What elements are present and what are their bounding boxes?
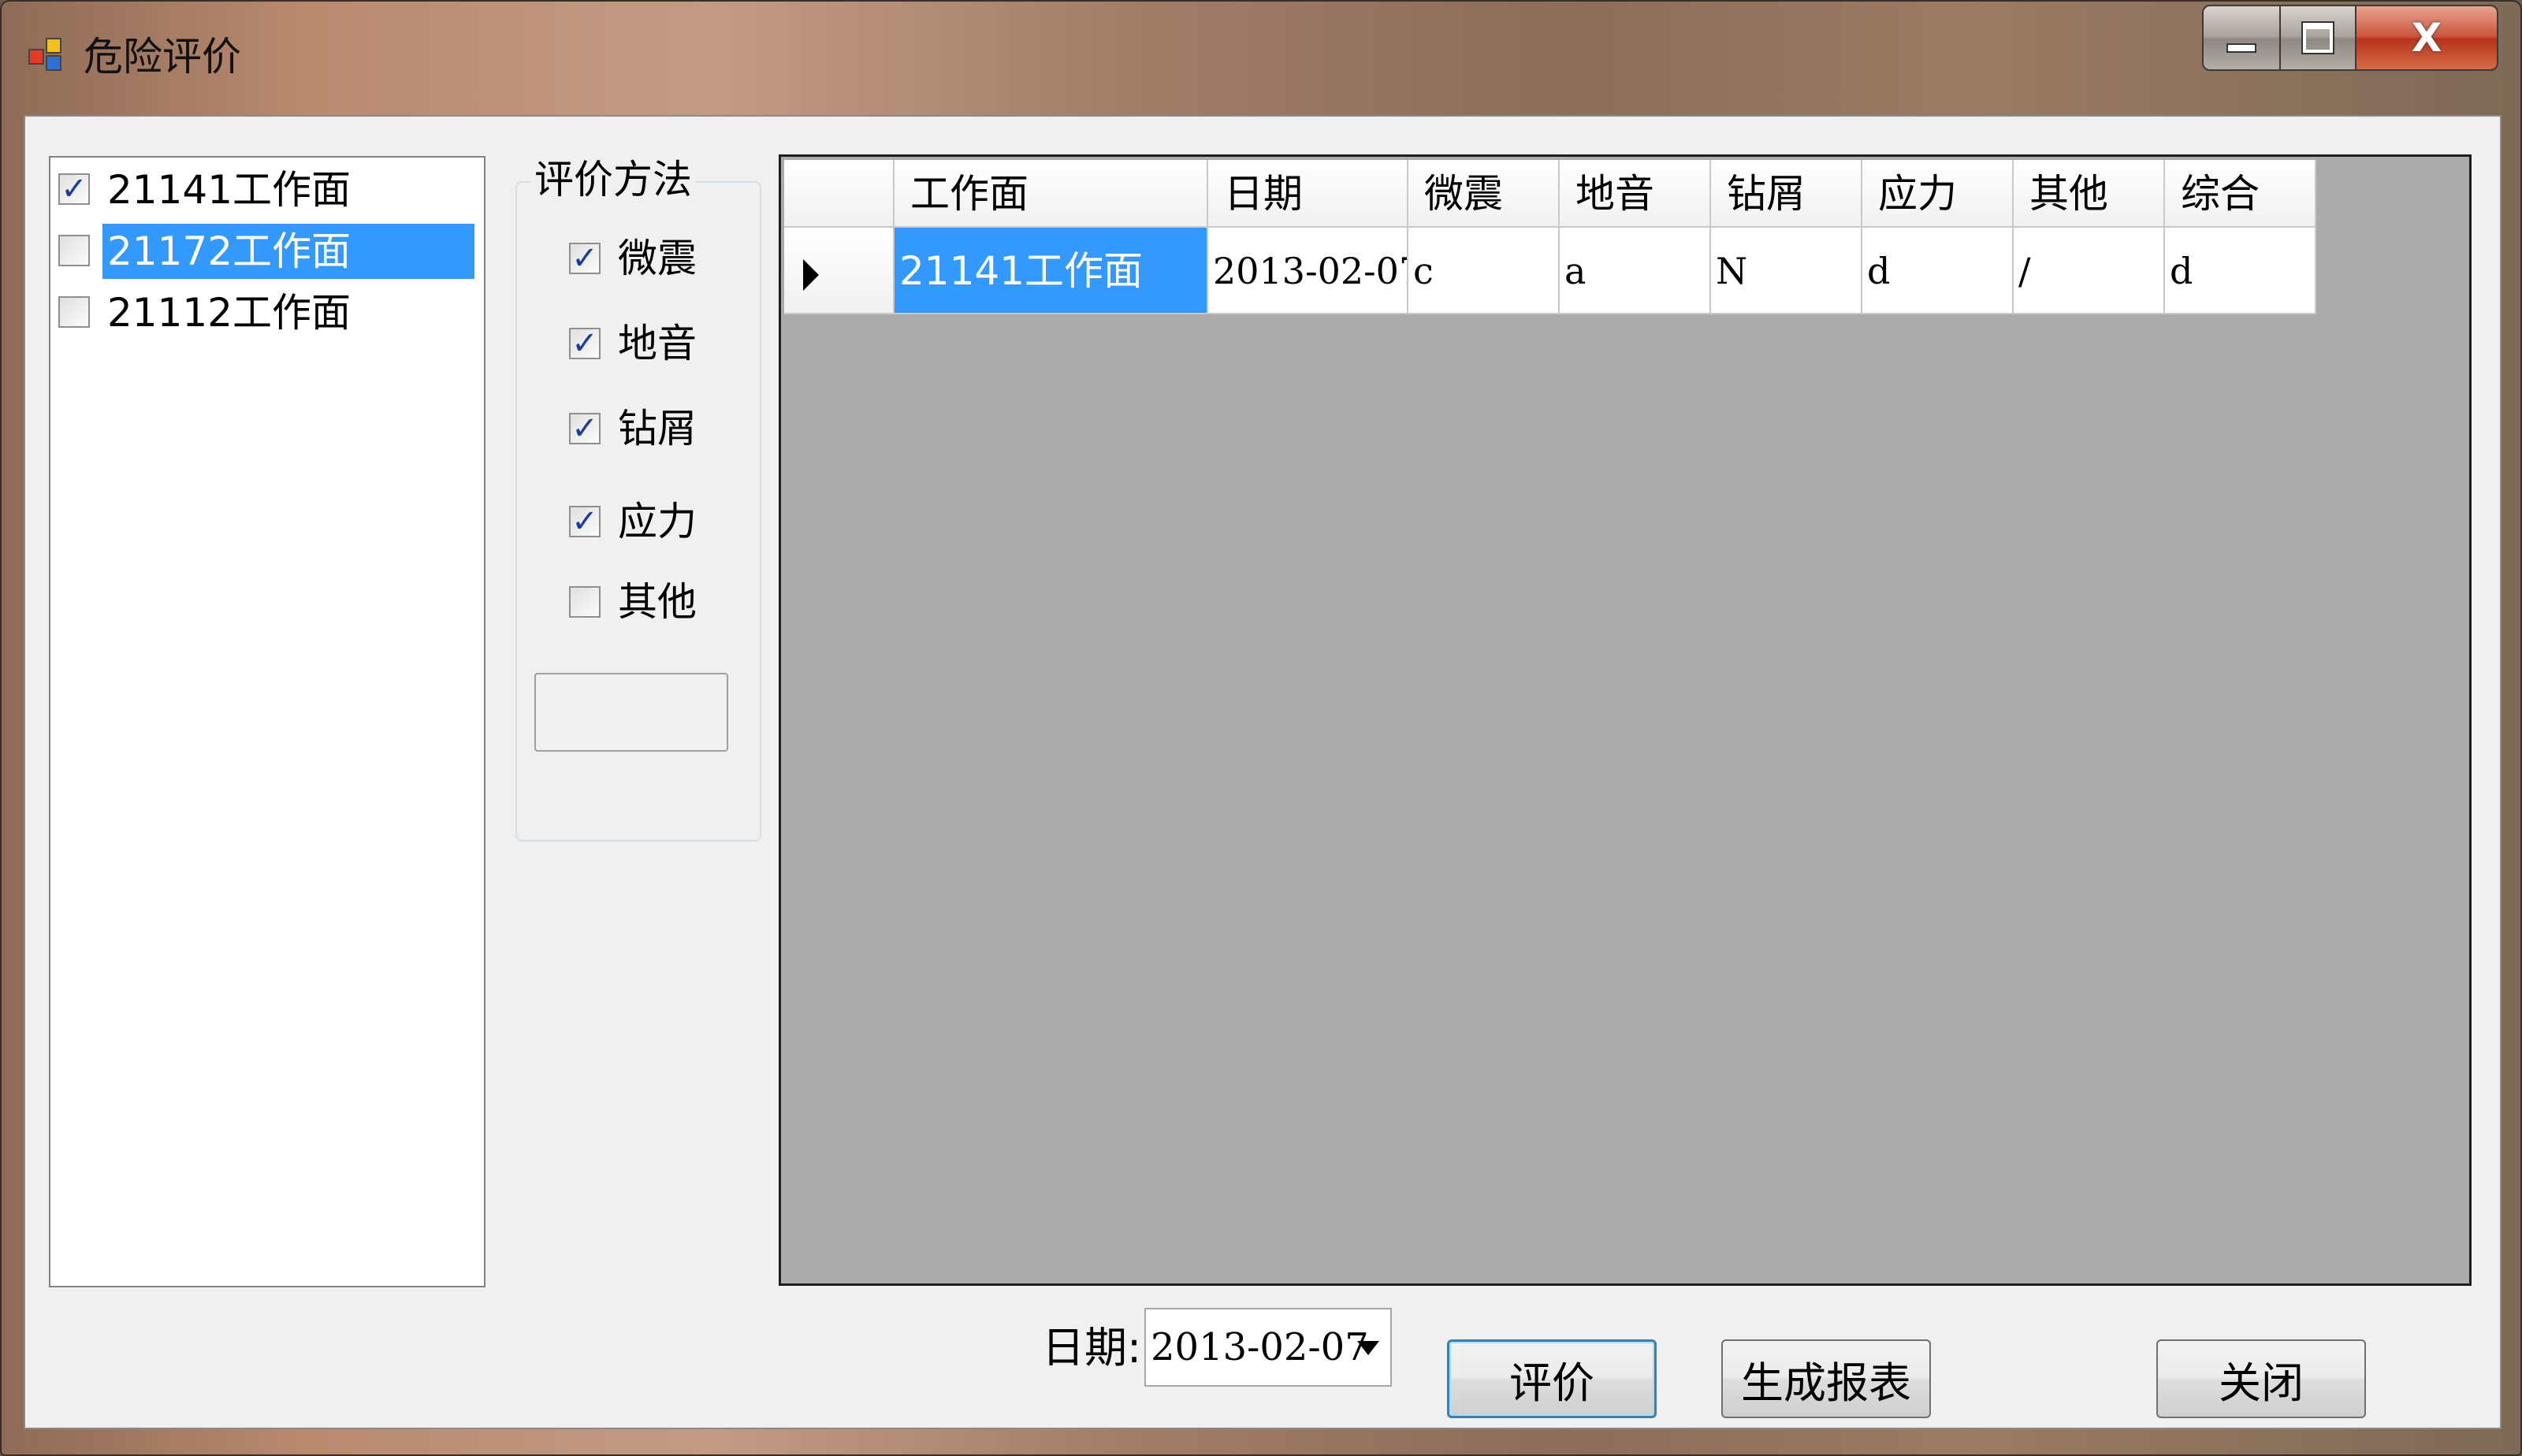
evaluate-button[interactable]: 评价 bbox=[1447, 1339, 1657, 1418]
table-cell-acoustic[interactable]: a bbox=[1560, 228, 1711, 314]
column-header-date[interactable]: 日期 bbox=[1208, 160, 1408, 228]
list-item-label: 21172工作面 bbox=[102, 224, 474, 279]
window-title: 危险评价 bbox=[84, 34, 241, 80]
method-drill-cuttings[interactable]: ✓ 钻屑 bbox=[569, 397, 727, 460]
maximize-icon bbox=[2301, 21, 2334, 54]
blank-panel bbox=[534, 673, 728, 752]
checkmark-icon: ✓ bbox=[61, 171, 87, 207]
method-acoustic[interactable]: ✓ 地音 bbox=[569, 312, 727, 375]
app-window: 危险评价 X ✓ 21141工作面 21172工作面 21112工作面 评价方法… bbox=[0, 0, 2522, 1456]
close-window-button[interactable]: X bbox=[2356, 5, 2498, 71]
list-item-21172[interactable]: 21172工作面 bbox=[55, 221, 479, 280]
close-button[interactable]: 关闭 bbox=[2156, 1339, 2366, 1418]
checkmark-icon: ✓ bbox=[571, 240, 598, 277]
table-cell-work-face[interactable]: 21141工作面 bbox=[895, 228, 1208, 314]
checkmark-icon: ✓ bbox=[571, 503, 598, 540]
minimize-icon bbox=[2226, 43, 2256, 53]
column-header-microseismic[interactable]: 微震 bbox=[1408, 160, 1560, 228]
list-item-21141[interactable]: ✓ 21141工作面 bbox=[55, 159, 479, 219]
column-header-acoustic[interactable]: 地音 bbox=[1560, 160, 1711, 228]
date-value: 2013-02-07 bbox=[1151, 1325, 1369, 1369]
column-header-overall[interactable]: 综合 bbox=[2165, 160, 2316, 228]
checkbox-21172[interactable] bbox=[58, 235, 90, 266]
row-pointer-icon bbox=[803, 259, 819, 291]
checkbox-acoustic[interactable]: ✓ bbox=[569, 328, 601, 359]
method-label: 钻屑 bbox=[618, 406, 697, 451]
method-microseismic[interactable]: ✓ 微震 bbox=[569, 227, 727, 290]
title-bar[interactable]: 危险评价 X bbox=[2, 2, 2520, 112]
method-stress[interactable]: ✓ 应力 bbox=[569, 490, 727, 553]
grid-corner-header[interactable] bbox=[784, 160, 895, 228]
checkbox-21112[interactable] bbox=[58, 296, 90, 328]
column-header-stress[interactable]: 应力 bbox=[1862, 160, 2014, 228]
method-label: 微震 bbox=[618, 236, 697, 281]
list-item-21112[interactable]: 21112工作面 bbox=[55, 282, 479, 342]
date-picker[interactable]: 2013-02-07 bbox=[1144, 1308, 1392, 1387]
column-header-other[interactable]: 其他 bbox=[2014, 160, 2165, 228]
list-item-label: 21141工作面 bbox=[107, 167, 352, 213]
table-cell-overall[interactable]: d bbox=[2165, 228, 2316, 314]
column-header-work-face[interactable]: 工作面 bbox=[895, 160, 1208, 228]
list-item-label: 21112工作面 bbox=[107, 290, 352, 336]
checkbox-21141[interactable]: ✓ bbox=[58, 173, 90, 205]
dialog-client-area: ✓ 21141工作面 21172工作面 21112工作面 评价方法 ✓ 微震 ✓… bbox=[24, 115, 2502, 1429]
method-label: 地音 bbox=[618, 321, 697, 366]
window-controls: X bbox=[2202, 5, 2498, 74]
evaluation-method-title: 评价方法 bbox=[531, 148, 695, 205]
method-label: 其他 bbox=[618, 579, 697, 625]
row-header[interactable] bbox=[784, 228, 895, 314]
table-cell-date[interactable]: 2013-02-07 bbox=[1208, 228, 1408, 314]
method-label: 应力 bbox=[618, 499, 697, 544]
work-face-list[interactable]: ✓ 21141工作面 21172工作面 21112工作面 bbox=[49, 156, 485, 1287]
method-other[interactable]: 其他 bbox=[569, 570, 727, 633]
column-header-drill-cuttings[interactable]: 钻屑 bbox=[1711, 160, 1862, 228]
date-label: 日期: bbox=[1042, 1323, 1142, 1372]
table-cell-stress[interactable]: d bbox=[1862, 228, 2014, 314]
checkmark-icon: ✓ bbox=[571, 325, 598, 362]
checkbox-microseismic[interactable]: ✓ bbox=[569, 243, 601, 274]
generate-report-button[interactable]: 生成报表 bbox=[1721, 1339, 1931, 1418]
results-grid[interactable]: 工作面 日期 微震 地音 钻屑 应力 其他 综合 21141工作面 2013-0… bbox=[779, 154, 2472, 1286]
table-cell-drill-cuttings[interactable]: N bbox=[1711, 228, 1862, 314]
checkmark-icon: ✓ bbox=[571, 410, 598, 447]
close-icon: X bbox=[2411, 15, 2442, 61]
table-cell-microseismic[interactable]: c bbox=[1408, 228, 1560, 314]
maximize-button[interactable] bbox=[2281, 5, 2356, 71]
minimize-button[interactable] bbox=[2202, 5, 2281, 71]
app-icon bbox=[28, 38, 66, 76]
checkbox-drill-cuttings[interactable]: ✓ bbox=[569, 413, 601, 444]
checkbox-other[interactable] bbox=[569, 586, 601, 618]
checkbox-stress[interactable]: ✓ bbox=[569, 506, 601, 537]
chevron-down-icon[interactable] bbox=[1357, 1341, 1379, 1355]
table-cell-other[interactable]: / bbox=[2014, 228, 2165, 314]
